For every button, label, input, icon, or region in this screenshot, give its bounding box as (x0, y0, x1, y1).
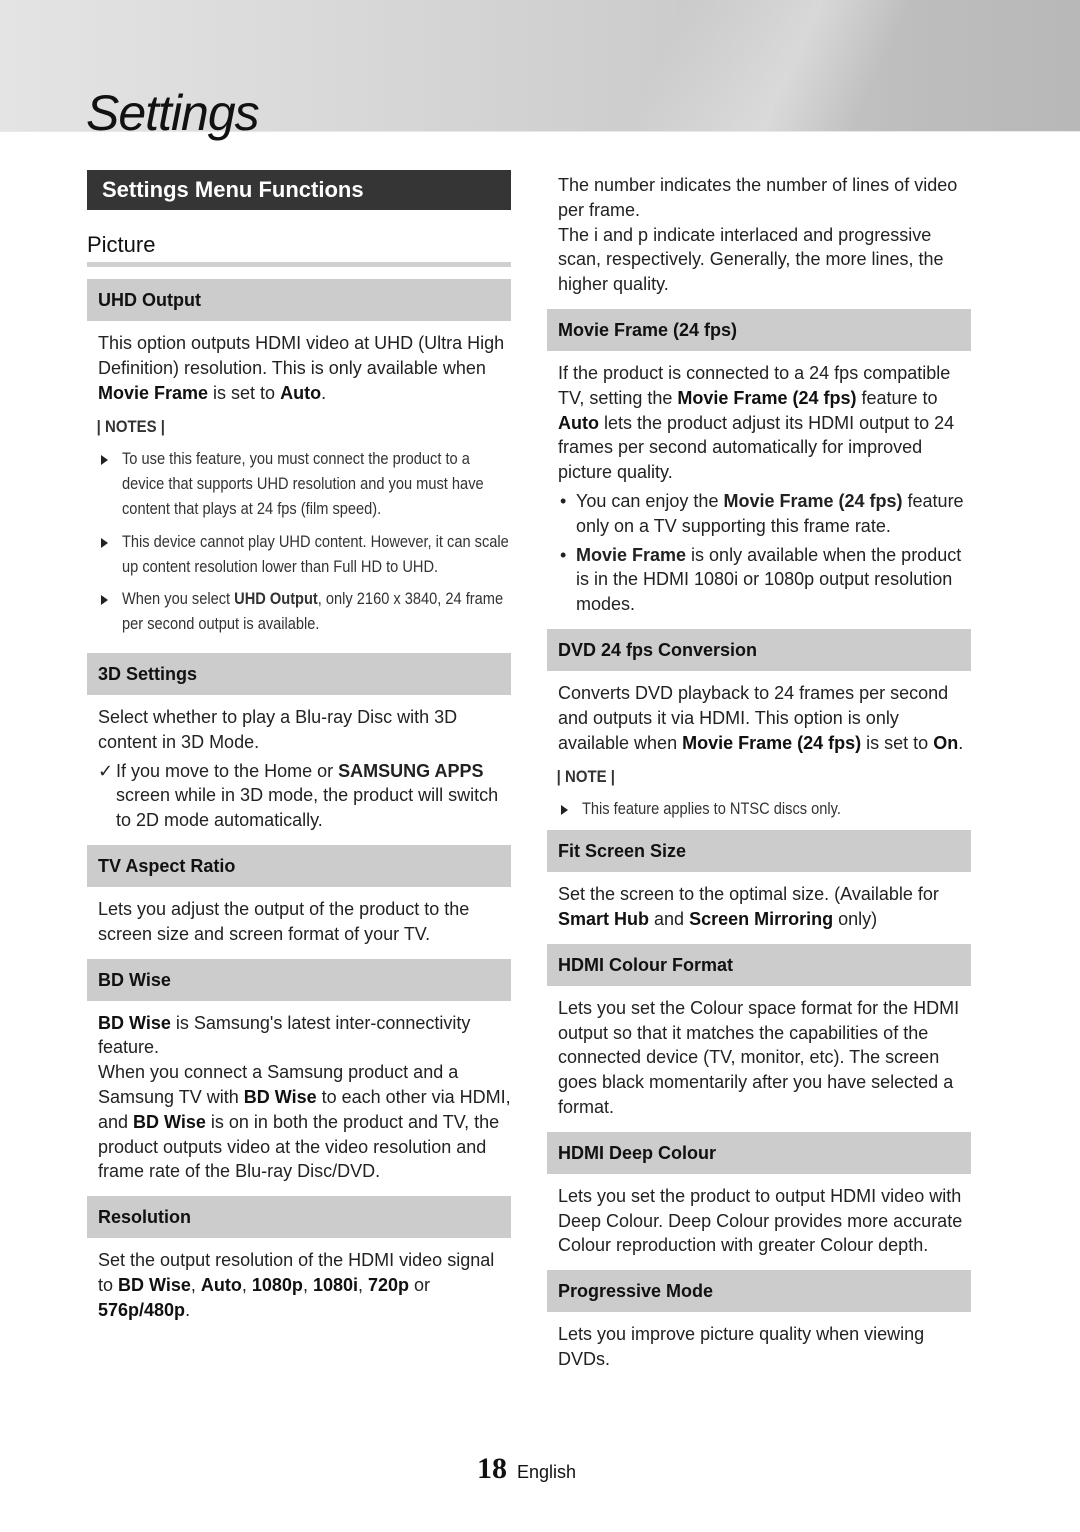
item-heading: DVD 24 fps Conversion (547, 628, 971, 671)
emphasized-term: Movie Frame (576, 544, 687, 565)
emphasized-term: UHD Output (234, 589, 318, 609)
item-description: Set the screen to the optimal size. (Ava… (558, 884, 939, 929)
item-heading: 3D Settings (87, 652, 511, 695)
emphasized-term: 576p/480p (98, 1299, 186, 1320)
item-hdmi-deep-colour: HDMI Deep Colour Lets you set the produc… (547, 1131, 971, 1258)
emphasized-term: On (933, 732, 959, 753)
item-fit-screen-size: Fit Screen Size Set the screen to the op… (547, 830, 971, 932)
left-column: Settings Menu Functions Picture UHD Outp… (87, 170, 511, 1335)
bullet-list: • You can enjoy the Movie Frame (24 fps) … (547, 489, 971, 617)
item-heading: Movie Frame (24 fps) (547, 308, 971, 351)
notes-list: To use this feature, you must connect th… (87, 447, 511, 637)
note-text: This device cannot play UHD content. How… (122, 531, 509, 576)
subsection-title: Picture (87, 232, 511, 267)
emphasized-term: Auto (200, 1274, 242, 1295)
item-heading: UHD Output (87, 279, 511, 321)
emphasized-term: BD Wise (98, 1012, 171, 1033)
emphasized-term: Smart Hub (558, 908, 650, 929)
bullet-text: You can enjoy the Movie Frame (24 fps) f… (576, 490, 964, 536)
tip: ✓ If you move to the Home or SAMSUNG APP… (87, 759, 511, 833)
note-item: When you select UHD Output, only 2160 x … (87, 587, 511, 637)
resolution-continued: The number indicates the number of lines… (558, 175, 958, 295)
item-description: Lets you adjust the output of the produc… (98, 898, 470, 944)
item-uhd-output: UHD Output This option outputs HDMI vide… (87, 279, 511, 637)
item-3d-settings: 3D Settings Select whether to play a Blu… (87, 652, 511, 833)
bullet-item: • Movie Frame is only available when the … (547, 543, 971, 617)
item-dvd-24fps-conversion: DVD 24 fps Conversion Converts DVD playb… (547, 628, 971, 822)
page-footer: 18 English (477, 1452, 576, 1486)
item-description: BD Wise is Samsung's latest inter-connec… (98, 1012, 511, 1182)
emphasized-term: BD Wise (133, 1111, 206, 1132)
notes-list: This feature applies to NTSC discs only. (547, 797, 971, 822)
notes-label: | NOTES | (96, 417, 165, 437)
note-text: When you select UHD Output, only 2160 x … (122, 589, 504, 634)
item-description: This option outputs HDMI video at UHD (U… (98, 333, 505, 403)
emphasized-term: 720p (368, 1274, 410, 1295)
note-item: This feature applies to NTSC discs only. (547, 797, 971, 822)
bullet-dot-icon: • (560, 490, 567, 511)
item-heading: BD Wise (87, 958, 511, 1001)
item-progressive-mode: Progressive Mode Lets you improve pictur… (547, 1270, 971, 1372)
item-heading: TV Aspect Ratio (87, 844, 511, 887)
item-tv-aspect-ratio: TV Aspect Ratio Lets you adjust the outp… (87, 844, 511, 947)
triangle-bullet-icon (101, 455, 108, 466)
item-heading: HDMI Deep Colour (547, 1131, 971, 1174)
item-heading: HDMI Colour Format (547, 943, 971, 986)
triangle-bullet-icon (101, 595, 108, 606)
page-title: Settings (86, 85, 260, 141)
item-heading: Fit Screen Size (547, 830, 971, 873)
note-text: This feature applies to NTSC discs only. (582, 799, 841, 819)
item-heading: Resolution (87, 1196, 511, 1239)
item-description: Lets you set the Colour space format for… (558, 997, 960, 1117)
item-description: Lets you set the product to output HDMI … (558, 1185, 963, 1256)
emphasized-term: BD Wise (243, 1086, 317, 1107)
right-column: The number indicates the number of lines… (547, 173, 971, 1384)
emphasized-term: Auto (280, 382, 322, 403)
note-item: This device cannot play UHD content. How… (87, 530, 511, 580)
item-bd-wise: BD Wise BD Wise is Samsung's latest inte… (87, 958, 511, 1185)
item-movie-frame: Movie Frame (24 fps) If the product is c… (547, 308, 971, 617)
page-language: English (517, 1462, 577, 1482)
bullet-text: Movie Frame is only available when the p… (576, 544, 962, 615)
emphasized-term: Auto (558, 412, 599, 433)
bullet-item: • You can enjoy the Movie Frame (24 fps) … (547, 489, 971, 539)
triangle-bullet-icon (101, 537, 108, 548)
emphasized-term: BD Wise (118, 1274, 191, 1295)
bullet-dot-icon: • (560, 544, 567, 565)
item-description: Set the output resolution of the HDMI vi… (98, 1250, 495, 1320)
item-heading: Progressive Mode (547, 1270, 971, 1313)
section-title: Settings Menu Functions (87, 170, 511, 210)
emphasized-term: Movie Frame (24 fps) (723, 490, 903, 511)
emphasized-term: Screen Mirroring (689, 908, 834, 929)
page-number: 18 (477, 1452, 507, 1485)
emphasized-term: 1080p (251, 1274, 303, 1295)
note-text: To use this feature, you must connect th… (122, 449, 484, 518)
item-description: If the product is connected to a 24 fps … (558, 362, 955, 483)
checkmark-icon: ✓ (98, 760, 114, 781)
notes-label: | NOTE | (556, 767, 615, 787)
emphasized-term: 1080i (312, 1274, 358, 1295)
item-description: Lets you improve picture quality when vi… (558, 1324, 925, 1369)
triangle-bullet-icon (561, 805, 568, 816)
emphasized-term: Movie Frame (98, 382, 209, 403)
item-hdmi-colour-format: HDMI Colour Format Lets you set the Colo… (547, 943, 971, 1120)
tip-text: If you move to the Home or SAMSUNG APPS … (116, 760, 499, 831)
item-description: Select whether to play a Blu-ray Disc wi… (98, 706, 458, 752)
emphasized-term: Movie Frame (24 fps) (682, 732, 862, 753)
emphasized-term: SAMSUNG APPS (338, 760, 484, 781)
item-resolution: Resolution Set the output resolution of … (87, 1196, 511, 1322)
item-description: Converts DVD playback to 24 frames per s… (558, 682, 964, 753)
note-item: To use this feature, you must connect th… (87, 447, 511, 521)
emphasized-term: Movie Frame (24 fps) (677, 387, 857, 408)
